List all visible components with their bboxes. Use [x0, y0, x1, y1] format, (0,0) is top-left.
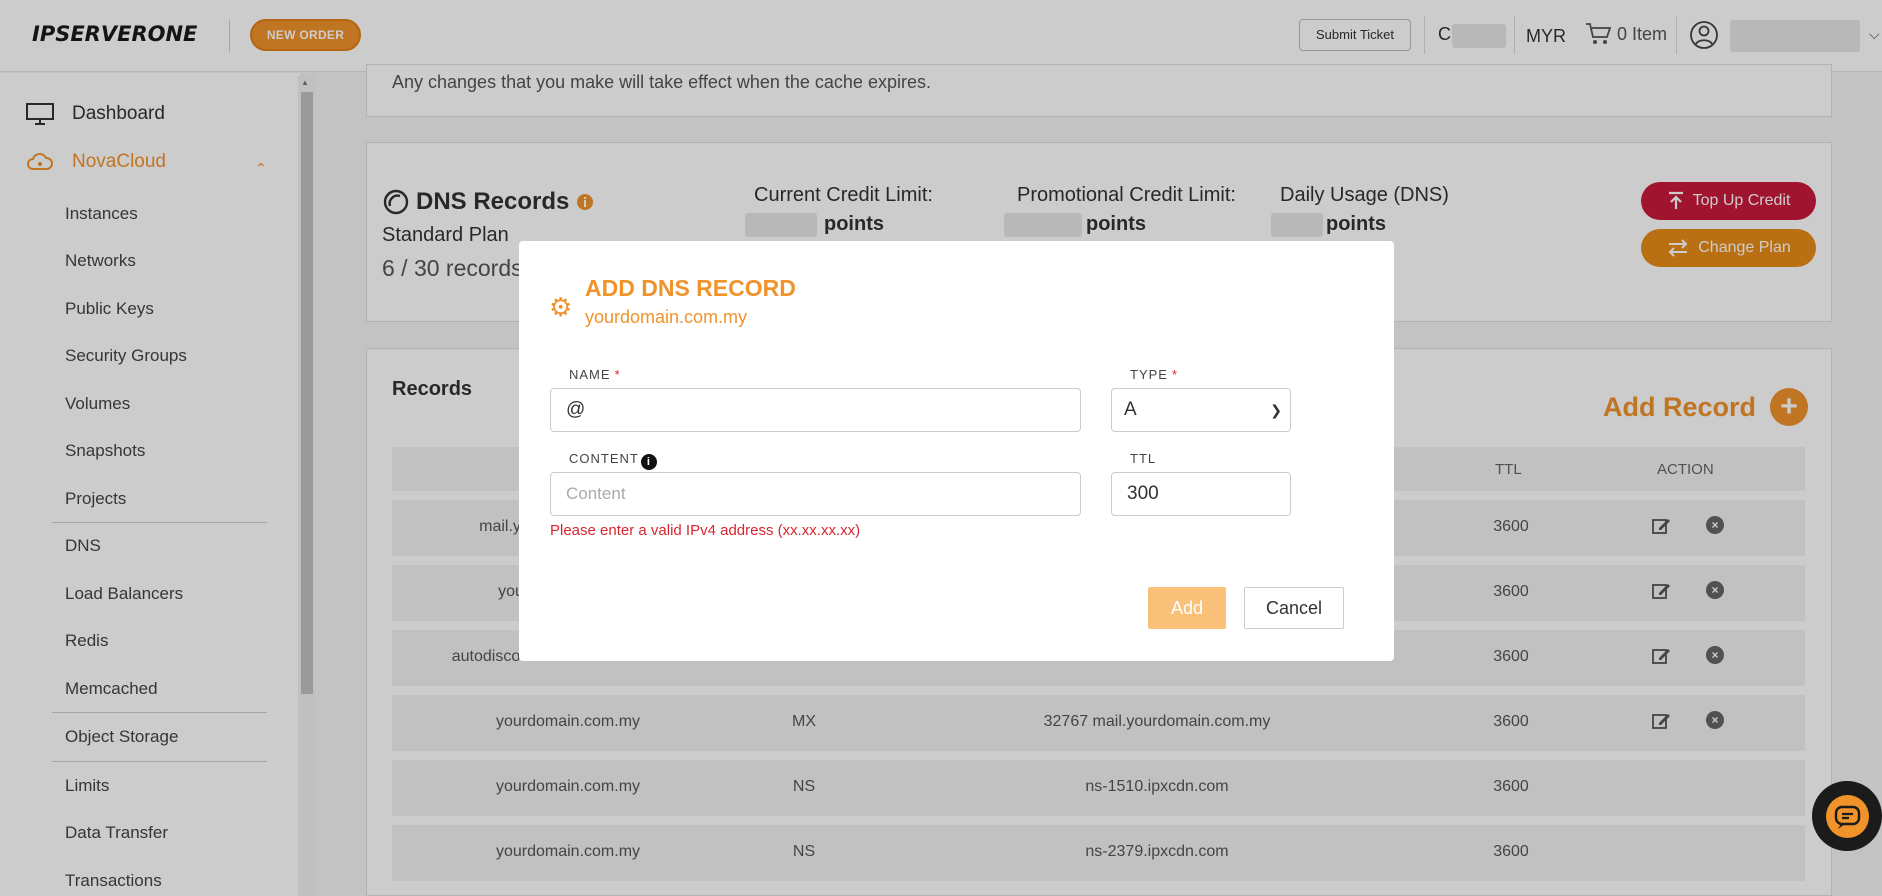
ttl-input[interactable]: 300 [1111, 472, 1291, 516]
name-label: NAME * [569, 367, 621, 382]
add-dns-record-dialog: ⚙ ADD DNS RECORD yourdomain.com.my NAME *… [519, 241, 1394, 661]
content-label: CONTENT i [569, 451, 657, 470]
label-text: TYPE [1130, 367, 1168, 382]
type-selected-value: A [1124, 399, 1137, 420]
content-input[interactable]: Content [550, 472, 1081, 516]
chat-icon [1826, 795, 1869, 838]
label-text: CONTENT [569, 451, 639, 466]
dialog-title: ADD DNS RECORD [585, 275, 796, 301]
required-mark: * [1171, 367, 1179, 382]
ttl-label: TTL [1130, 451, 1157, 466]
chevron-down-icon: ❯ [1270, 402, 1282, 418]
dialog-domain: yourdomain.com.my [585, 307, 748, 327]
type-label: TYPE * [1130, 367, 1178, 382]
label-text: NAME [569, 367, 611, 382]
validation-error: Please enter a valid IPv4 address (xx.xx… [550, 522, 861, 539]
cancel-button[interactable]: Cancel [1244, 587, 1344, 629]
type-select[interactable]: A ❯ [1111, 388, 1291, 432]
gear-icon: ⚙ [549, 292, 573, 322]
add-button[interactable]: Add [1148, 587, 1226, 629]
required-mark: * [614, 367, 621, 382]
info-icon[interactable]: i [640, 454, 657, 470]
name-input[interactable]: @ [550, 388, 1081, 432]
